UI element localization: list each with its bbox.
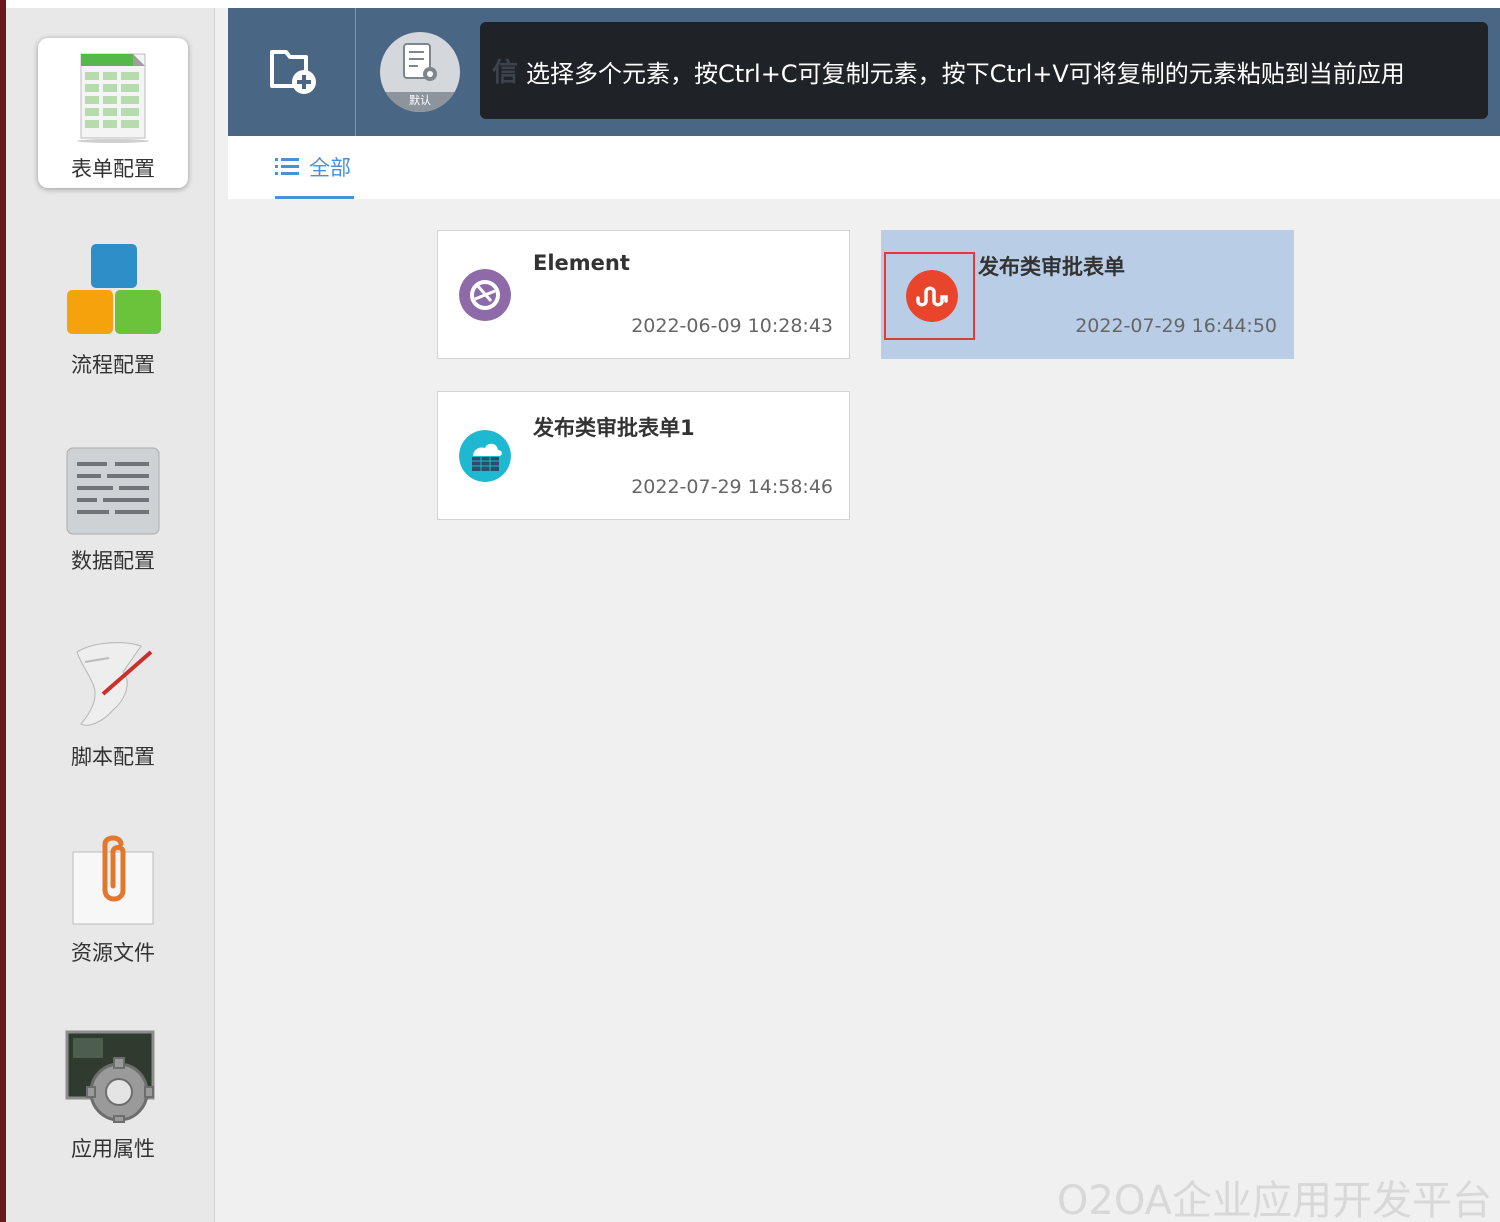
gear-settings-icon — [65, 1030, 155, 1123]
sidebar-item-label: 资源文件 — [71, 941, 155, 965]
sidebar-item-label: 数据配置 — [71, 549, 155, 573]
card-title: Element — [533, 251, 630, 275]
card-title: 发布类审批表单 — [978, 255, 1125, 279]
process-blocks-icon — [67, 244, 161, 334]
selection-highlight-box — [884, 252, 975, 340]
window-top-strip — [6, 0, 1500, 8]
data-keyboard-icon — [66, 447, 160, 535]
form-settings-icon — [403, 43, 437, 81]
list-icon — [275, 158, 299, 175]
sidebar-item-script-config[interactable]: 脚本配置 — [38, 626, 188, 776]
sidebar-item-label: 脚本配置 — [71, 745, 155, 769]
card-date: 2022-07-29 16:44:50 — [1075, 315, 1277, 337]
default-category-label: 默认 — [380, 92, 460, 112]
watermark: O2OA企业应用开发平台 — [1056, 1178, 1492, 1222]
sidebar-item-data-config[interactable]: 数据配置 — [38, 430, 188, 580]
paperclip-file-icon — [72, 835, 154, 925]
sidebar-item-app-properties[interactable]: 应用属性 — [38, 1018, 188, 1168]
tab-all[interactable]: 全部 — [275, 150, 354, 199]
tooltip-text: 选择多个元素，按Ctrl+C可复制元素，按下Ctrl+V可将复制的元素粘贴到当前… — [526, 60, 1405, 88]
card-date: 2022-07-29 14:58:46 — [631, 476, 833, 498]
card-date: 2022-06-09 10:28:43 — [631, 315, 833, 337]
aperture-icon — [459, 269, 511, 321]
add-folder-icon[interactable] — [260, 46, 320, 96]
toolbar: 默认 信 选择多个元素，按Ctrl+C可复制元素，按下Ctrl+V可将复制的元素… — [228, 8, 1500, 136]
cloud-server-icon — [459, 430, 511, 482]
sidebar-item-label: 表单配置 — [71, 157, 155, 181]
sidebar-item-process-config[interactable]: 流程配置 — [38, 234, 188, 384]
form-card-publish-approval[interactable]: 发布类审批表单 2022-07-29 16:44:50 — [881, 230, 1294, 359]
tooltip-underlying-text: 信 — [492, 58, 519, 88]
card-title: 发布类审批表单1 — [533, 416, 695, 440]
script-scroll-icon — [76, 642, 153, 726]
toolbar-divider — [355, 8, 356, 136]
category-tab-bar: 全部 — [228, 136, 1500, 199]
sidebar-item-label: 应用属性 — [71, 1137, 155, 1161]
sidebar-item-form-config[interactable]: 表单配置 — [38, 38, 188, 188]
sidebar-item-label: 流程配置 — [71, 353, 155, 377]
sidebar: 表单配置 流程配置 数据配置 脚本配置 资源文件 应用属性 — [6, 0, 215, 1222]
default-category-button[interactable]: 默认 — [380, 32, 460, 112]
sidebar-item-resource-files[interactable]: 资源文件 — [38, 822, 188, 972]
form-card-element[interactable]: Element 2022-06-09 10:28:43 — [437, 230, 850, 359]
tab-all-label: 全部 — [309, 156, 351, 180]
copy-paste-tooltip: 信 选择多个元素，按Ctrl+C可复制元素，按下Ctrl+V可将复制的元素粘贴到… — [480, 22, 1488, 119]
form-spreadsheet-icon — [77, 53, 149, 143]
form-card-publish-approval-1[interactable]: 发布类审批表单1 2022-07-29 14:58:46 — [437, 391, 850, 520]
